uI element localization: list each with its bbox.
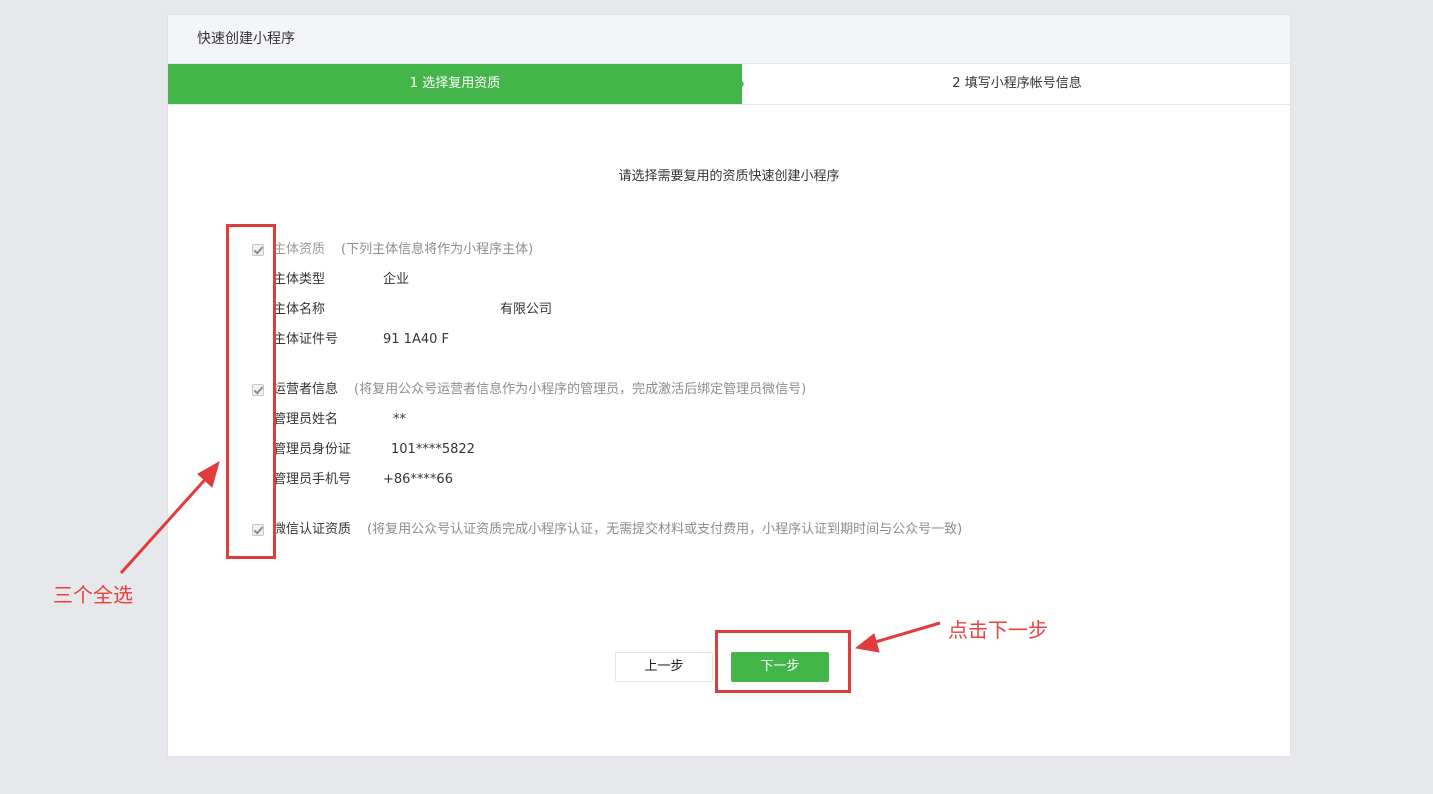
arrow-to-checkboxes bbox=[119, 460, 220, 575]
arrow-to-next-button bbox=[854, 621, 941, 653]
annotation-arrows bbox=[119, 460, 941, 653]
